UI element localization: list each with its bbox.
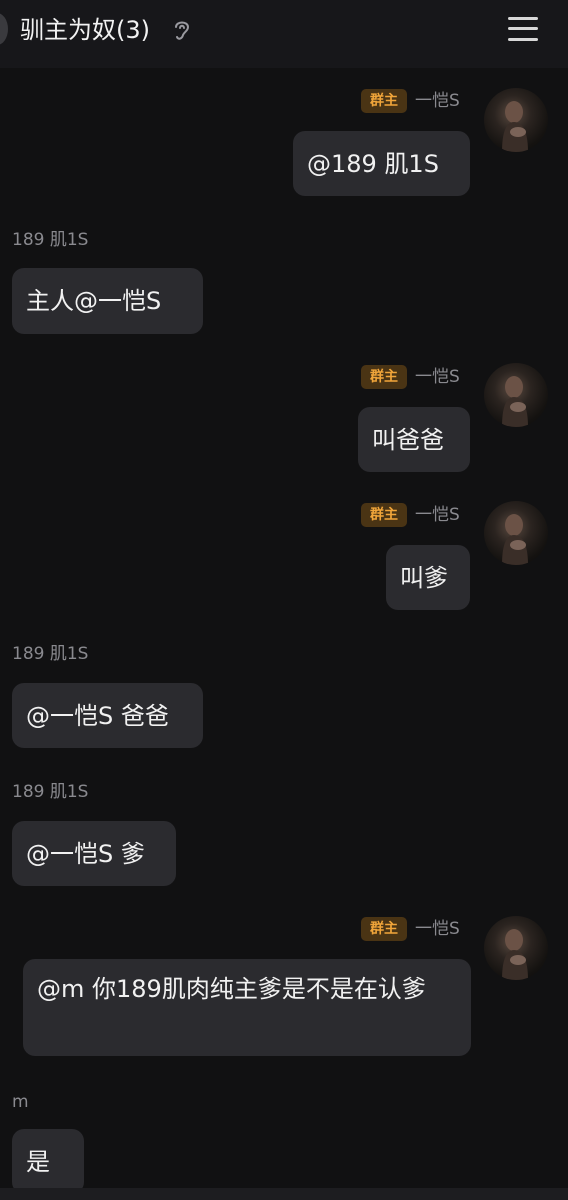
back-button[interactable]	[0, 13, 8, 45]
message-bubble[interactable]: 主人@一恺S	[12, 268, 203, 334]
message-bubble[interactable]: @m 你189肌肉纯主爹是不是在认爹	[23, 959, 471, 1056]
avatar[interactable]	[484, 916, 548, 980]
earpiece-mode-icon	[175, 21, 190, 40]
chat-screen: 驯主为奴(3) 群主 一恺S @189 肌1S 189 肌1S 主人@一恺S 群…	[0, 0, 568, 1200]
sender-name: 189 肌1S	[12, 644, 89, 664]
group-owner-badge: 群主	[361, 365, 407, 389]
sender-name: 189 肌1S	[12, 230, 89, 250]
message-bubble[interactable]: 叫爸爸	[358, 407, 470, 472]
group-owner-badge: 群主	[361, 503, 407, 527]
avatar[interactable]	[484, 363, 548, 427]
avatar[interactable]	[484, 501, 548, 565]
message-bubble[interactable]: @一恺S 爸爸	[12, 683, 203, 748]
sender-name: 189 肌1S	[12, 782, 89, 802]
sender-name: m	[12, 1092, 29, 1112]
sender-name: 一恺S	[415, 367, 460, 387]
chat-header: 驯主为奴(3)	[0, 0, 568, 68]
message-bubble[interactable]: 是	[12, 1129, 84, 1194]
group-owner-badge: 群主	[361, 89, 407, 113]
message-bubble[interactable]: @一恺S 爹	[12, 821, 176, 886]
input-bar-edge	[0, 1188, 568, 1200]
avatar[interactable]	[484, 88, 548, 152]
sender-name: 一恺S	[415, 919, 460, 939]
sender-name: 一恺S	[415, 91, 460, 111]
message-bubble[interactable]: 叫爹	[386, 545, 470, 610]
message-bubble[interactable]: @189 肌1S	[293, 131, 470, 196]
sender-name: 一恺S	[415, 505, 460, 525]
group-title: 驯主为奴(3)	[20, 16, 150, 44]
menu-icon[interactable]	[505, 14, 541, 44]
group-owner-badge: 群主	[361, 917, 407, 941]
